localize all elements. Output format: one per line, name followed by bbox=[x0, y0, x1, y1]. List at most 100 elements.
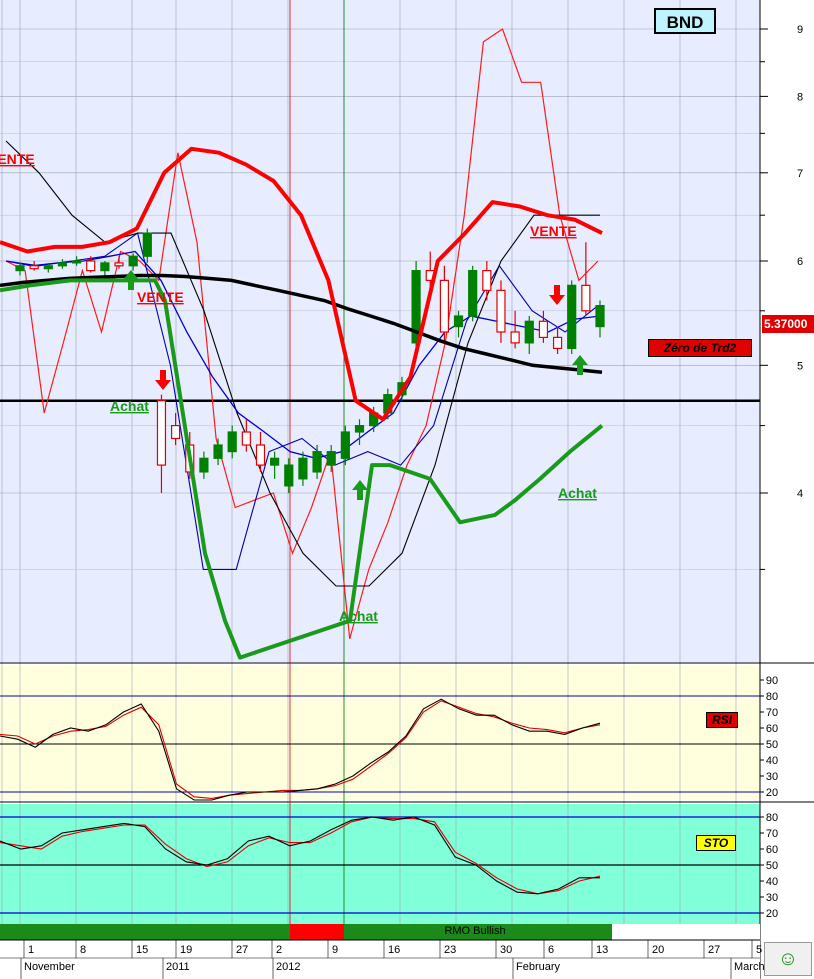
candle-body bbox=[552, 336, 563, 350]
candle-body bbox=[142, 232, 152, 257]
smiley-icon[interactable]: ☺ bbox=[764, 942, 812, 976]
sto-tick-label: 50 bbox=[766, 860, 778, 872]
candle-body bbox=[312, 451, 322, 473]
candle-body bbox=[255, 444, 266, 466]
sto-tick-label: 80 bbox=[766, 812, 778, 824]
x-tick-label: 27 bbox=[708, 944, 720, 956]
rsi-tick-label: 40 bbox=[766, 755, 778, 767]
x-axis: 1 8 15 19 27 2 9 16 23 30 6 13 20 27 5 November 2011 2012… bbox=[0, 939, 765, 979]
candle-body bbox=[284, 464, 294, 487]
x-tick-label: 15 bbox=[136, 944, 148, 956]
sto-tick-label: 30 bbox=[766, 892, 778, 904]
x-tick-label: 23 bbox=[444, 944, 456, 956]
rsi-badge: RSI bbox=[706, 712, 738, 728]
x-month-label: 2012 bbox=[276, 961, 300, 973]
price-tick-label: 6 bbox=[797, 256, 803, 268]
candle-body bbox=[128, 255, 138, 267]
candle-body bbox=[227, 431, 237, 453]
sto-tick-label: 60 bbox=[766, 844, 778, 856]
candle-body bbox=[29, 265, 39, 270]
x-tick-label: 5 bbox=[756, 944, 762, 956]
rmo-label: RMO Bullish bbox=[444, 925, 506, 937]
x-tick-label: 2 bbox=[276, 944, 282, 956]
x-month-label: February bbox=[516, 961, 561, 973]
vente-label: VENTE bbox=[137, 289, 184, 305]
zero-trd2-badge: Zéro de Trd2 bbox=[648, 339, 752, 357]
candle-body bbox=[57, 262, 68, 267]
candle-body bbox=[156, 400, 167, 466]
price-tick-label: 8 bbox=[797, 91, 803, 103]
rsi-panel-bg bbox=[0, 666, 760, 800]
vente-label: VENTE bbox=[530, 223, 577, 239]
rmo-segment-bullish bbox=[0, 924, 290, 940]
candle-body bbox=[100, 262, 110, 272]
sto-panel-bg bbox=[0, 804, 760, 924]
right-axis-bg bbox=[760, 0, 814, 940]
achat-label: Achat bbox=[110, 398, 149, 414]
sto-badge: STO bbox=[696, 835, 736, 851]
x-tick-label: 16 bbox=[388, 944, 400, 956]
rsi-tick-label: 60 bbox=[766, 723, 778, 735]
ticker-badge: BND bbox=[654, 8, 716, 34]
rmo-bar bbox=[0, 924, 760, 940]
candle-body bbox=[524, 320, 534, 344]
x-tick-label: 6 bbox=[548, 944, 554, 956]
candle-body bbox=[482, 270, 492, 291]
x-month-label: 2011 bbox=[166, 961, 190, 973]
x-tick-label: 1 bbox=[28, 944, 34, 956]
x-tick-label: 9 bbox=[332, 944, 338, 956]
x-tick-label: 27 bbox=[236, 944, 248, 956]
x-month-label: March bbox=[734, 961, 765, 973]
rsi-tick-label: 70 bbox=[766, 707, 778, 719]
candle-body bbox=[114, 262, 124, 267]
vente-label: VENTE bbox=[0, 151, 35, 167]
candle-body bbox=[510, 331, 520, 344]
x-tick-label: 13 bbox=[596, 944, 608, 956]
achat-label: Achat bbox=[558, 485, 597, 501]
candle-body bbox=[15, 265, 25, 272]
candle-body bbox=[595, 305, 605, 328]
sto-tick-label: 40 bbox=[766, 876, 778, 888]
x-tick-label: 19 bbox=[180, 944, 192, 956]
achat-label: Achat bbox=[339, 608, 378, 624]
candle-body bbox=[581, 284, 591, 312]
chart-canvas: 456789203040506070809020304050607080 181… bbox=[0, 0, 814, 979]
rsi-tick-label: 20 bbox=[766, 787, 778, 799]
rsi-tick-label: 80 bbox=[766, 691, 778, 703]
rsi-tick-label: 90 bbox=[766, 675, 778, 687]
candle-body bbox=[354, 425, 365, 433]
candle-body bbox=[439, 279, 449, 333]
x-tick-label: 8 bbox=[80, 944, 86, 956]
x-axis-bg bbox=[0, 940, 760, 979]
x-tick-label: 30 bbox=[500, 944, 512, 956]
candle-body bbox=[298, 457, 308, 480]
price-tick-label: 9 bbox=[797, 24, 803, 36]
candle-body bbox=[340, 431, 350, 459]
candle-body bbox=[213, 444, 223, 459]
sto-tick-label: 70 bbox=[766, 828, 778, 840]
candle-body bbox=[326, 451, 336, 466]
candle-body bbox=[86, 260, 96, 272]
sto-tick-label: 20 bbox=[766, 908, 778, 920]
price-panel-bg bbox=[0, 0, 760, 662]
rsi-tick-label: 50 bbox=[766, 739, 778, 751]
candle-body bbox=[538, 320, 549, 339]
candle-body bbox=[453, 315, 464, 328]
price-tick-label: 7 bbox=[797, 168, 803, 180]
candle-body bbox=[199, 457, 209, 473]
rsi-tick-label: 30 bbox=[766, 771, 778, 783]
candle-body bbox=[71, 260, 82, 264]
x-tick-label: 20 bbox=[652, 944, 664, 956]
price-tick-label: 4 bbox=[797, 488, 803, 500]
candle-body bbox=[270, 457, 280, 466]
candle-body bbox=[496, 289, 506, 333]
x-month-label: November bbox=[24, 961, 75, 973]
price-tick-label: 5 bbox=[797, 360, 803, 372]
last-price-badge: 5.37000 bbox=[762, 315, 814, 333]
rmo-segment-bearish bbox=[290, 924, 344, 940]
candle-body bbox=[468, 270, 478, 317]
candle-body bbox=[171, 425, 181, 440]
candle-body bbox=[567, 284, 577, 350]
candle-body bbox=[241, 431, 251, 446]
candle-body bbox=[43, 265, 53, 270]
